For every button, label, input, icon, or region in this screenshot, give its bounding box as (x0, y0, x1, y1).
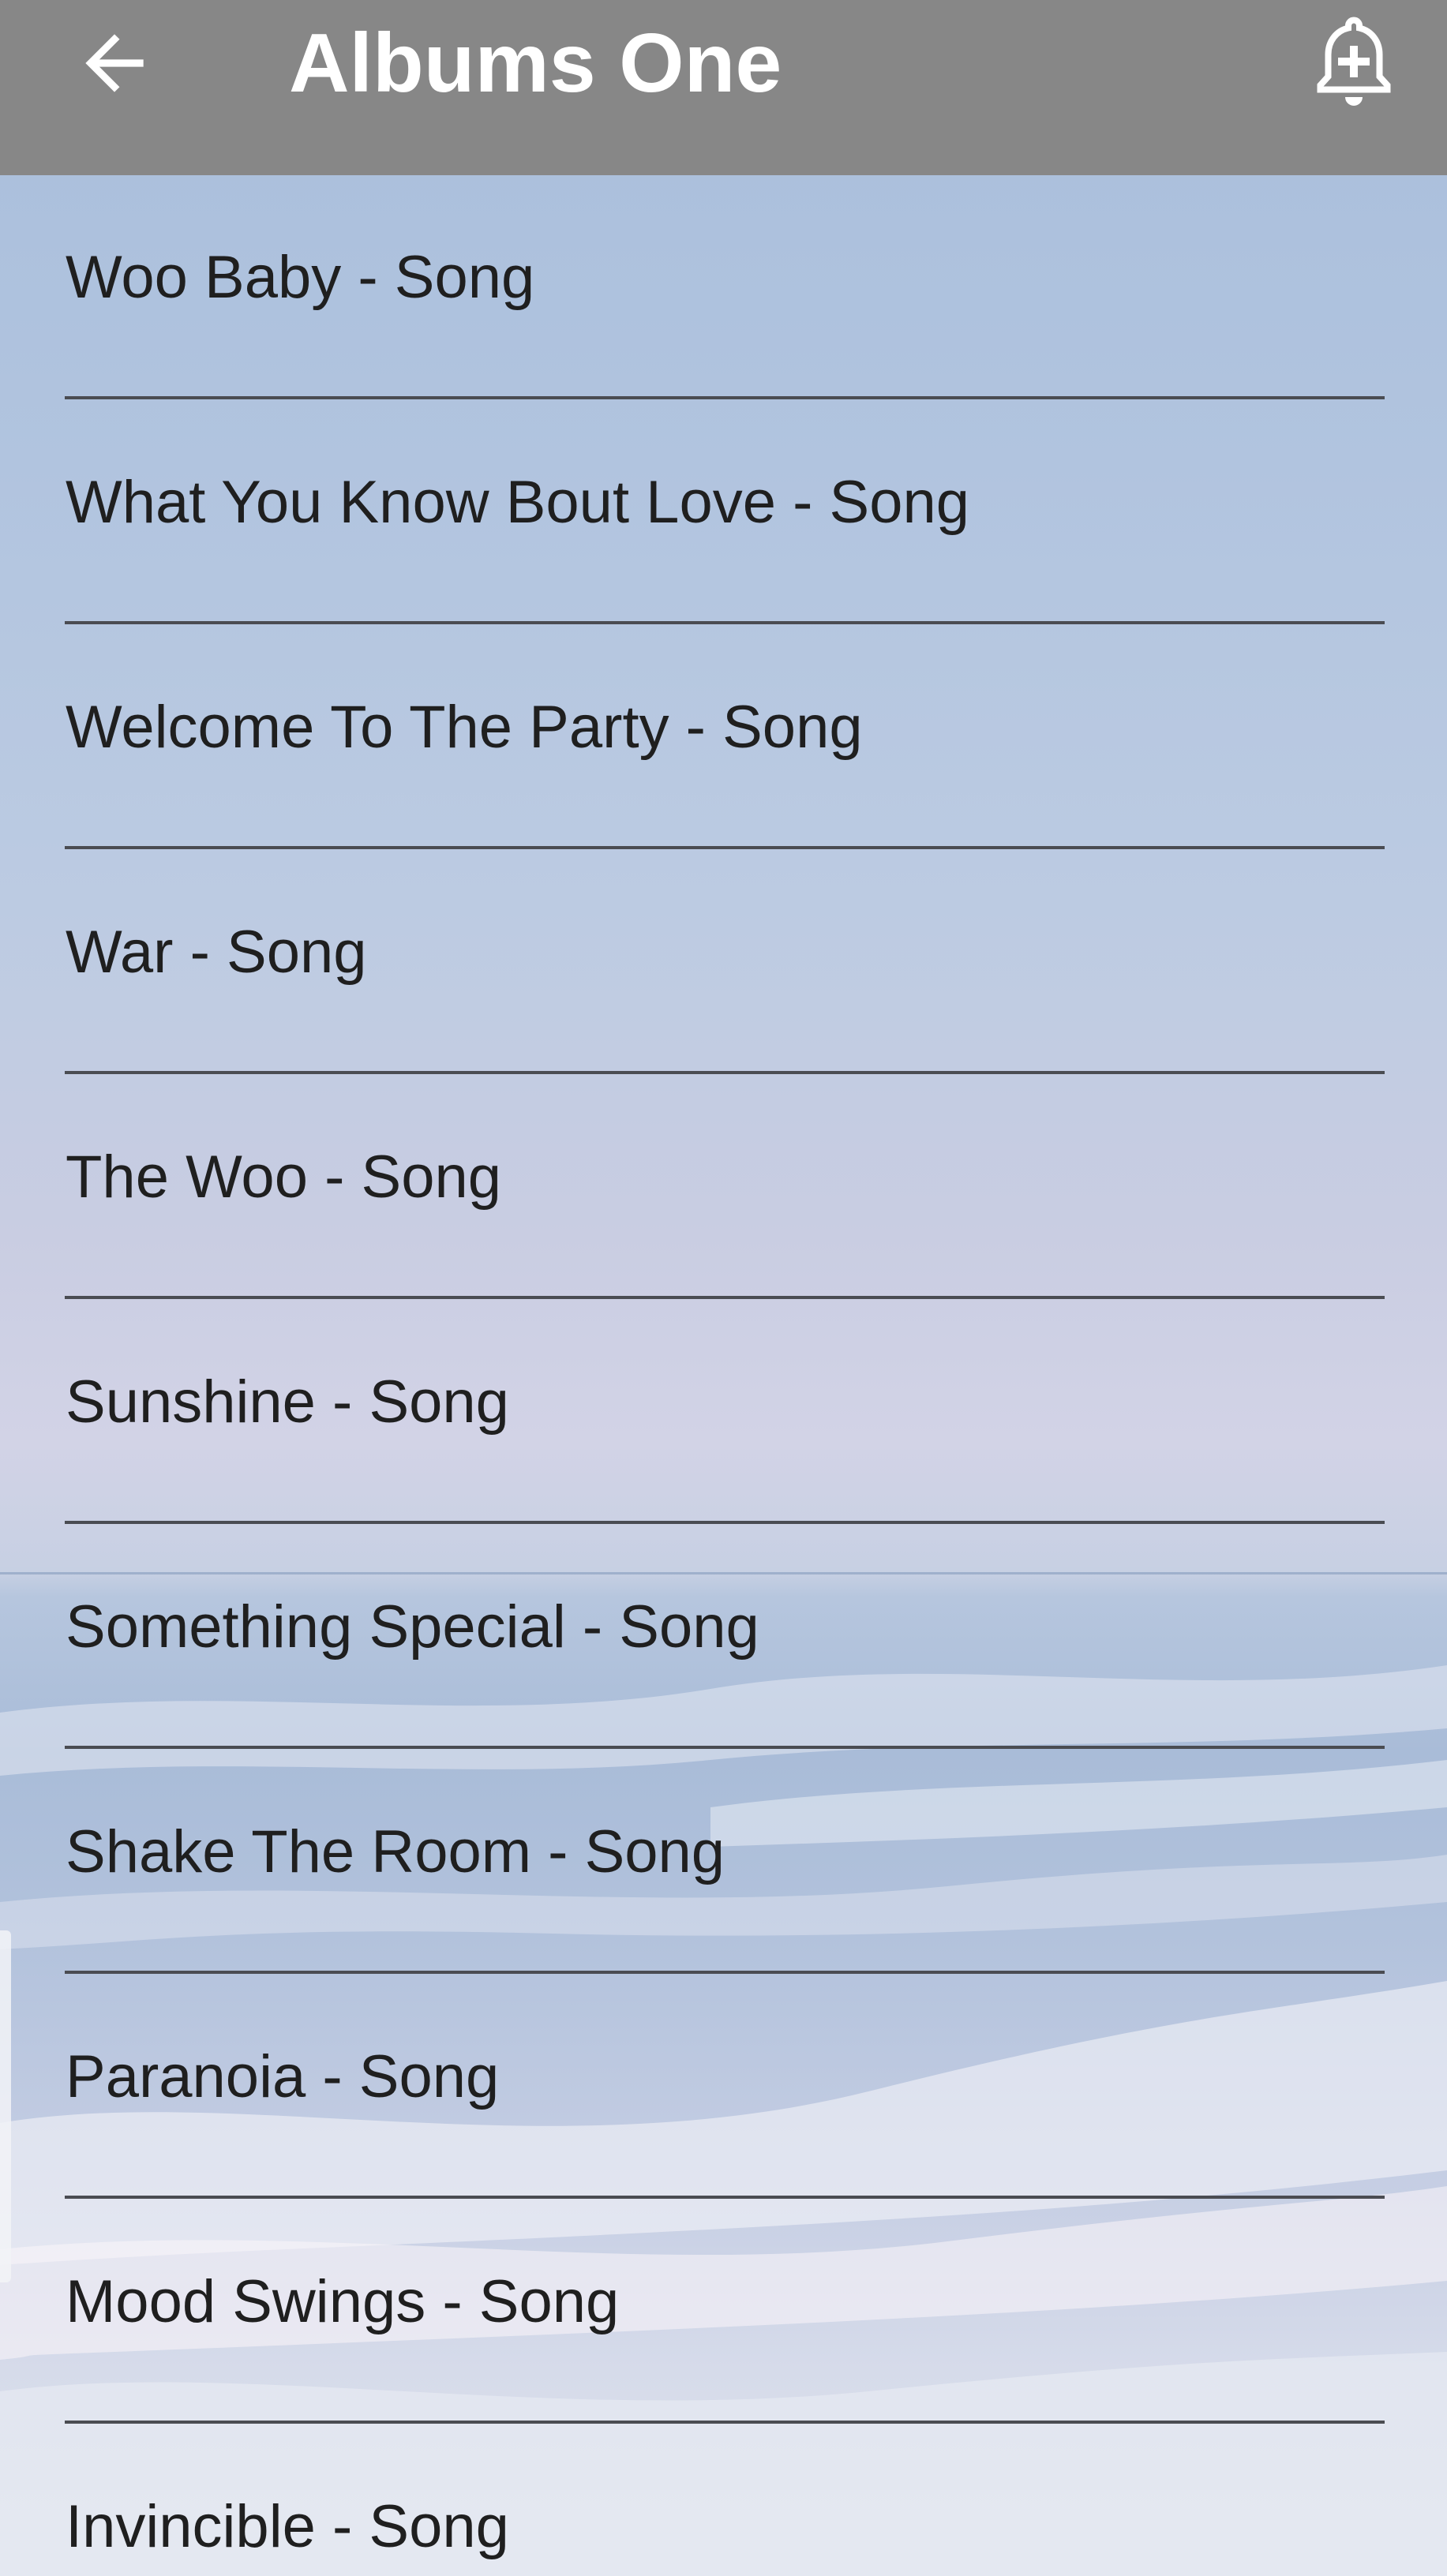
divider (65, 396, 1385, 399)
song-title: Invincible - Song (66, 2493, 509, 2560)
screen: Albums One Woo Baby - Song What You Know… (0, 0, 1447, 2576)
divider (65, 846, 1385, 849)
song-list-item[interactable]: Shake The Room - Song (0, 1750, 1447, 1975)
song-title: Something Special - Song (66, 1593, 759, 1661)
divider (65, 2421, 1385, 2424)
divider (65, 1521, 1385, 1524)
song-title: Welcome To The Party - Song (66, 694, 863, 761)
divider (65, 1746, 1385, 1749)
song-list-item[interactable]: The Woo - Song (0, 1075, 1447, 1300)
song-list-item[interactable]: War - Song (0, 850, 1447, 1075)
song-list-item[interactable]: Sunshine - Song (0, 1300, 1447, 1525)
song-list: Woo Baby - Song What You Know Bout Love … (0, 175, 1447, 2576)
divider (65, 621, 1385, 624)
arrow-back-icon (85, 34, 144, 92)
song-list-item[interactable]: What You Know Bout Love - Song (0, 400, 1447, 625)
song-list-item[interactable]: Mood Swings - Song (0, 2200, 1447, 2424)
song-title: Mood Swings - Song (66, 2268, 620, 2335)
page-title: Albums One (289, 17, 782, 110)
song-list-item[interactable]: Invincible - Song (0, 2424, 1447, 2576)
add-alarm-icon (1317, 17, 1391, 107)
back-button[interactable] (55, 16, 174, 110)
divider (65, 1071, 1385, 1074)
song-list-item[interactable]: Welcome To The Party - Song (0, 625, 1447, 850)
divider (65, 2196, 1385, 2199)
song-list-item[interactable]: Paranoia - Song (0, 1975, 1447, 2200)
divider (65, 1296, 1385, 1299)
divider (65, 1971, 1385, 1974)
add-alarm-button[interactable] (1295, 6, 1413, 125)
song-title: Shake The Room - Song (66, 1818, 725, 1885)
song-title: War - Song (66, 919, 367, 986)
song-title: Sunshine - Song (66, 1368, 509, 1436)
app-bar: Albums One (0, 0, 1447, 175)
song-list-item[interactable]: Woo Baby - Song (0, 175, 1447, 400)
song-title: Woo Baby - Song (66, 244, 535, 311)
song-list-item[interactable]: Something Special - Song (0, 1525, 1447, 1750)
song-title: Paranoia - Song (66, 2043, 500, 2110)
edge-scroll-handle[interactable] (0, 1930, 11, 2282)
song-title: What You Know Bout Love - Song (66, 469, 970, 536)
song-title: The Woo - Song (66, 1144, 502, 1211)
